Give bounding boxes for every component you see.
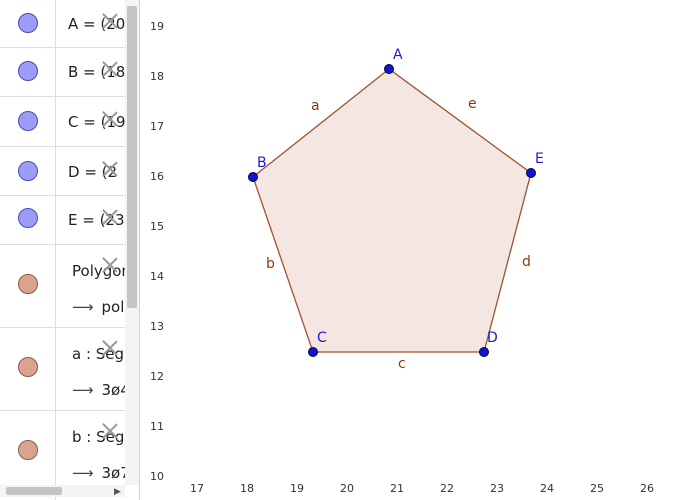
y-tick-label: 14 [150,270,164,283]
point-c[interactable] [308,347,318,357]
y-tick-label: 11 [150,420,164,433]
x-tick-label: 17 [190,482,204,495]
polygon-value[interactable]: ⟶poly [72,298,125,316]
y-tick-label: 13 [150,320,164,333]
point-d[interactable] [479,347,489,357]
segment-label-a[interactable]: a [311,98,320,114]
delete-icon[interactable] [102,423,118,439]
delete-icon[interactable] [102,209,118,225]
x-tick-label: 20 [340,482,354,495]
delete-icon[interactable] [102,13,118,29]
x-tick-label: 18 [240,482,254,495]
algebra-vertical-scrollbar[interactable] [125,0,139,485]
algebra-row-point-b[interactable]: B = (18 [0,48,125,97]
delete-icon[interactable] [102,161,118,177]
delete-icon[interactable] [102,61,118,77]
y-tick-label: 17 [150,120,164,133]
y-tick-label: 12 [150,370,164,383]
visibility-toggle-segment-a[interactable] [18,357,38,377]
algebra-row-polygon[interactable]: Polygon ⟶poly [0,245,125,328]
y-tick-label: 10 [150,470,164,483]
visibility-toggle-c[interactable] [18,111,38,131]
algebra-row-point-c[interactable]: C = (19 [0,97,125,147]
y-tick-label: 16 [150,170,164,183]
algebra-row-point-e[interactable]: E = (23 [0,196,125,245]
vertical-scroll-thumb[interactable] [127,6,137,308]
y-tick-label: 18 [150,70,164,83]
visibility-toggle-a[interactable] [18,13,38,33]
x-tick-label: 19 [290,482,304,495]
algebra-row-point-a[interactable]: A = (20 [0,0,125,48]
segment-a-value[interactable]: ⟶3ø4 [72,381,125,399]
algebra-row-segment-a[interactable]: a : Segm ⟶3ø4 [0,328,125,411]
horizontal-scroll-thumb[interactable] [6,487,62,495]
delete-icon[interactable] [102,340,118,356]
y-tick-label: 19 [150,20,164,33]
visibility-toggle-d[interactable] [18,161,38,181]
graphics-view[interactable]: 19 18 17 16 15 14 13 12 11 10 17 18 19 2… [140,0,700,500]
point-label-a[interactable]: A [393,47,403,63]
y-axis-labels: 19 18 17 16 15 14 13 12 11 10 [150,20,164,483]
y-tick-label: 15 [150,220,164,233]
scroll-right-arrow-icon[interactable]: ▶ [114,487,121,497]
x-tick-label: 23 [490,482,504,495]
segment-b-value[interactable]: ⟶3ø7 [72,464,125,482]
graphics-canvas[interactable]: 19 18 17 16 15 14 13 12 11 10 17 18 19 2… [140,0,700,500]
point-label-c[interactable]: C [317,330,327,346]
point-b[interactable] [248,172,258,182]
visibility-toggle-polygon[interactable] [18,274,38,294]
segment-label-b[interactable]: b [266,256,275,272]
delete-icon[interactable] [102,111,118,127]
point-label-d[interactable]: D [487,330,498,346]
point-label-e[interactable]: E [535,151,544,167]
algebra-horizontal-scrollbar[interactable]: ▶ [0,485,125,497]
algebra-view: A = (20 B = (18 C = (19 D = (2 E = (23 P… [0,0,140,500]
x-tick-label: 25 [590,482,604,495]
algebra-row-point-d[interactable]: D = (2 [0,147,125,196]
delete-icon[interactable] [102,257,118,273]
visibility-toggle-e[interactable] [18,208,38,228]
x-tick-label: 21 [390,482,404,495]
point-e[interactable] [526,168,536,178]
visibility-toggle-b[interactable] [18,61,38,81]
point-a[interactable] [384,64,394,74]
x-tick-label: 26 [640,482,654,495]
x-axis-labels: 17 18 19 20 21 22 23 24 25 26 [190,482,654,495]
x-tick-label: 22 [440,482,454,495]
visibility-toggle-segment-b[interactable] [18,440,38,460]
x-tick-label: 24 [540,482,554,495]
segment-label-e[interactable]: e [468,96,477,112]
pentagon-polygon[interactable] [252,68,532,353]
segment-label-d[interactable]: d [522,254,531,270]
segment-label-c[interactable]: c [398,356,406,372]
point-label-b[interactable]: B [257,155,267,171]
